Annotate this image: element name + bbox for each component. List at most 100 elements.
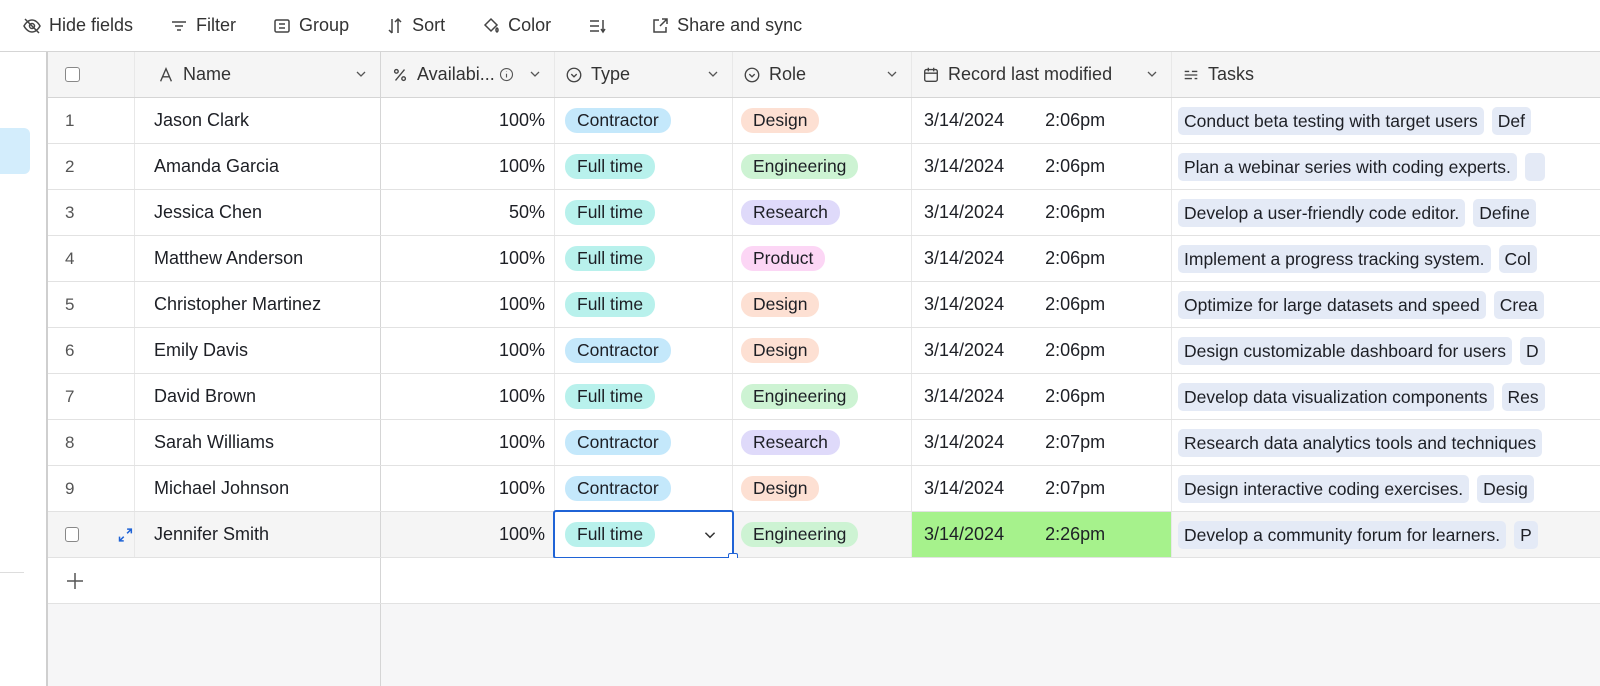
tasks-cell[interactable]: Design interactive coding exercises. Desi… [1172,466,1600,511]
task-chip[interactable]: Optimize for large datasets and speed [1178,290,1486,319]
column-header-record-last-modified[interactable]: Record last modified [912,52,1172,97]
table-row[interactable]: 1 Jason Clark 100% Contractor Design 3/1… [48,98,1600,144]
tasks-cell[interactable]: Research data analytics tools and techni… [1172,420,1600,465]
record-last-modified-cell[interactable]: 3/14/2024 2:06pm [912,328,1172,373]
record-last-modified-cell[interactable]: 3/14/2024 2:06pm [912,374,1172,419]
record-last-modified-cell[interactable]: 3/14/2024 2:06pm [912,190,1172,235]
toolbar-color-button[interactable]: Color [481,15,551,36]
task-chip[interactable]: Crea [1493,290,1544,319]
add-record-button[interactable] [48,558,135,603]
table-row[interactable]: 6 Emily Davis 100% Contractor Design 3/1… [48,328,1600,374]
column-header-role[interactable]: Role [733,52,912,97]
tasks-cell[interactable]: Plan a webinar series with coding expert… [1172,144,1600,189]
type-cell[interactable]: Full time [555,282,733,327]
type-cell[interactable]: Contractor [555,98,733,143]
record-last-modified-cell[interactable]: 3/14/2024 2:06pm [912,236,1172,281]
type-cell[interactable]: Full time [555,374,733,419]
name-cell[interactable]: Emily Davis [135,328,381,373]
role-cell[interactable]: Product [733,236,912,281]
tasks-cell[interactable]: Develop data visualization components Res [1172,374,1600,419]
toolbar-hide-fields-button[interactable]: Hide fields [22,15,133,36]
table-row[interactable]: 4 Matthew Anderson 100% Full time Produc… [48,236,1600,282]
type-cell[interactable]: Contractor [555,420,733,465]
toolbar-share-and-sync-button[interactable]: Share and sync [650,15,802,36]
type-cell[interactable]: Contractor [555,328,733,373]
record-last-modified-cell[interactable]: 3/14/2024 2:06pm [912,98,1172,143]
availability-cell[interactable]: 100% [381,98,555,143]
role-cell[interactable]: Engineering [733,374,912,419]
tasks-cell[interactable]: Develop a community forum for learners. P [1172,512,1600,557]
name-cell[interactable]: Sarah Williams [135,420,381,465]
column-header-name[interactable]: Name [135,52,381,97]
role-cell[interactable]: Design [733,328,912,373]
chevron-down-icon[interactable] [885,67,899,81]
toolbar-sort-button[interactable]: Sort [385,15,445,36]
tasks-cell[interactable]: Optimize for large datasets and speed Cre… [1172,282,1600,327]
record-last-modified-cell[interactable]: 3/14/2024 2:07pm [912,420,1172,465]
type-cell[interactable]: Full time [555,144,733,189]
name-cell[interactable]: Jennifer Smith [135,512,381,557]
toolbar-filter-button[interactable]: Filter [169,15,236,36]
name-cell[interactable]: Jason Clark [135,98,381,143]
table-row[interactable]: 9 Michael Johnson 100% Contractor Design… [48,466,1600,512]
table-row[interactable]: 3 Jessica Chen 50% Full time Research 3/… [48,190,1600,236]
name-cell[interactable]: Michael Johnson [135,466,381,511]
task-chip[interactable]: Implement a progress tracking system. [1178,244,1491,273]
task-chip[interactable]: Conduct beta testing with target users [1178,106,1484,135]
chevron-down-icon[interactable] [702,527,718,543]
table-row[interactable]: 5 Christopher Martinez 100% Full time De… [48,282,1600,328]
availability-cell[interactable]: 100% [381,144,555,189]
task-chip[interactable]: Develop a community forum for learners. [1178,520,1507,549]
type-cell[interactable]: Full time [555,236,733,281]
table-row[interactable]: 7 David Brown 100% Full time Engineering… [48,374,1600,420]
role-cell[interactable]: Research [733,190,912,235]
column-header-tasks[interactable]: Tasks [1172,52,1600,97]
task-chip[interactable]: Res [1501,382,1545,411]
name-cell[interactable]: Amanda Garcia [135,144,381,189]
name-cell[interactable]: David Brown [135,374,381,419]
tasks-cell[interactable]: Conduct beta testing with target users De… [1172,98,1600,143]
tasks-cell[interactable]: Implement a progress tracking system. Col [1172,236,1600,281]
table-row[interactable]: Jennifer Smith 100% Full time Engineerin… [48,510,1600,563]
tasks-cell[interactable]: Design customizable dashboard for users D [1172,328,1600,373]
record-last-modified-cell[interactable]: 3/14/2024 2:26pm [912,512,1172,557]
availability-cell[interactable]: 100% [381,466,555,511]
chevron-down-icon[interactable] [528,67,542,81]
role-cell[interactable]: Engineering [733,512,912,557]
type-cell[interactable]: Full time [553,510,738,563]
availability-cell[interactable]: 100% [381,512,555,557]
availability-cell[interactable]: 100% [381,282,555,327]
info-icon[interactable] [499,67,514,82]
row-checkbox[interactable] [65,527,80,542]
chevron-down-icon[interactable] [354,67,368,81]
availability-cell[interactable]: 50% [381,190,555,235]
task-chip[interactable]: Col [1498,244,1537,273]
availability-cell[interactable]: 100% [381,328,555,373]
table-row[interactable]: 8 Sarah Williams 100% Contractor Researc… [48,420,1600,466]
column-header-availabi-[interactable]: Availabi... [381,52,555,97]
toolbar-row-height-button[interactable] [587,16,614,36]
role-cell[interactable]: Research [733,420,912,465]
task-chip[interactable]: Plan a webinar series with coding expert… [1178,152,1517,181]
task-chip[interactable]: Def [1491,106,1532,135]
type-cell[interactable]: Contractor [555,466,733,511]
task-chip[interactable]: Desig [1477,474,1534,503]
table-row[interactable]: 2 Amanda Garcia 100% Full time Engineeri… [48,144,1600,190]
role-cell[interactable]: Design [733,98,912,143]
role-cell[interactable]: Engineering [733,144,912,189]
toolbar-group-button[interactable]: Group [272,15,349,36]
add-row[interactable] [48,558,1600,604]
availability-cell[interactable]: 100% [381,374,555,419]
column-header-type[interactable]: Type [555,52,733,97]
task-chip[interactable] [1524,152,1545,181]
task-chip[interactable]: Develop data visualization components [1178,382,1494,411]
record-last-modified-cell[interactable]: 3/14/2024 2:07pm [912,466,1172,511]
sidebar-selected-item[interactable] [0,128,30,174]
expand-record-icon[interactable] [117,526,134,544]
select-all-checkbox[interactable] [65,67,80,82]
availability-cell[interactable]: 100% [381,420,555,465]
tasks-cell[interactable]: Develop a user-friendly code editor. Defi… [1172,190,1600,235]
task-chip[interactable]: Design interactive coding exercises. [1178,474,1470,503]
role-cell[interactable]: Design [733,282,912,327]
record-last-modified-cell[interactable]: 3/14/2024 2:06pm [912,144,1172,189]
